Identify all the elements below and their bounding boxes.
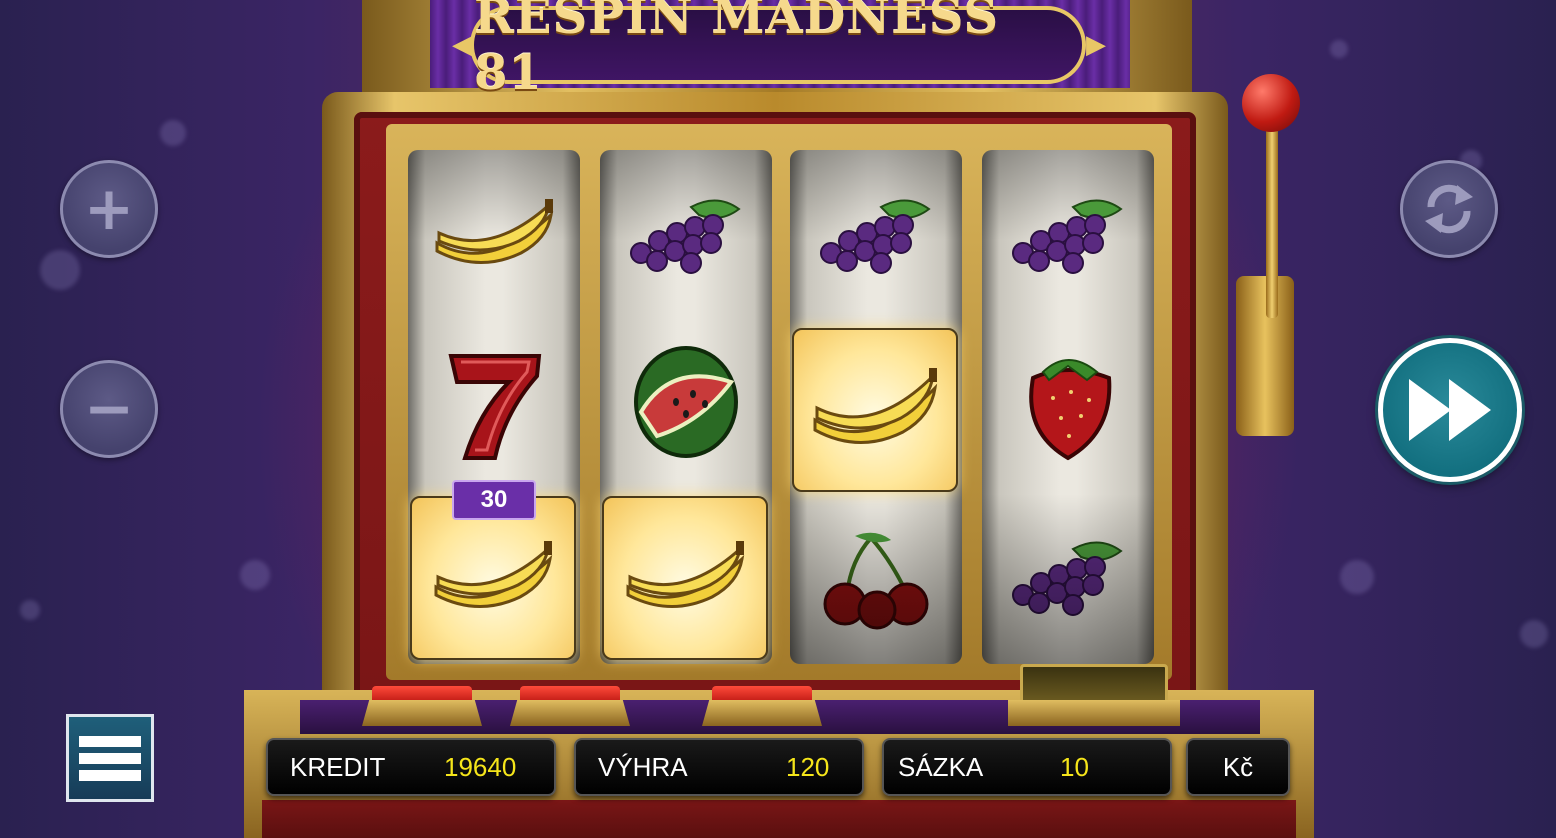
menu-button[interactable] [66, 714, 154, 802]
coin-tray [1008, 664, 1180, 728]
bokeh-particle [40, 250, 80, 290]
reel-3 [790, 150, 962, 664]
refresh-icon [1425, 184, 1473, 234]
game-title-plate: RESPIN MADNESS 81 [470, 0, 1086, 101]
bet-label: SÁZKA [898, 751, 984, 782]
symbol-cherries [790, 496, 962, 664]
hamburger-menu-icon [79, 735, 141, 747]
hold-button-2[interactable] [510, 686, 630, 728]
bokeh-particle [240, 560, 270, 590]
reel-1 [408, 150, 580, 664]
bet-value: 10 [1060, 751, 1089, 782]
lever-knob-icon[interactable] [1242, 74, 1300, 132]
bokeh-particle [1340, 560, 1374, 594]
hamburger-bar [79, 769, 141, 781]
bet-panel[interactable]: SÁZKA 10 [882, 738, 1172, 796]
bokeh-particle [160, 120, 186, 146]
win-label: VÝHRA [598, 751, 688, 782]
credit-panel: KREDIT 19640 [266, 738, 556, 796]
credit-label: KREDIT [290, 751, 386, 782]
symbol-banana-winning [792, 328, 958, 492]
machine-lower-trim [262, 800, 1296, 838]
lever-arm[interactable] [1266, 118, 1278, 318]
minus-icon: − [83, 374, 135, 444]
symbol-grapes [982, 154, 1154, 322]
autoplay-button[interactable] [1400, 160, 1498, 258]
currency-label: Kč [1222, 751, 1254, 782]
currency-panel[interactable]: Kč [1186, 738, 1290, 796]
credit-value: 19640 [444, 751, 517, 782]
win-value: 120 [786, 751, 830, 782]
symbol-grapes [600, 154, 772, 322]
symbol-banana [408, 154, 580, 322]
lever-base [1236, 276, 1294, 436]
hold-button-1[interactable] [362, 686, 482, 728]
reel-4 [982, 150, 1154, 664]
bokeh-particle [1330, 40, 1348, 58]
symbol-banana-winning [602, 496, 768, 660]
plus-icon: + [83, 174, 135, 244]
game-title: RESPIN MADNESS 81 [474, 0, 1000, 101]
bet-increase-button[interactable]: + [60, 160, 158, 258]
win-amount-badge: 30 [452, 480, 536, 520]
title-arrow-left-icon: ◀ [452, 30, 472, 60]
symbol-banana-winning [410, 496, 576, 660]
symbol-seven [408, 318, 580, 486]
symbol-grapes [790, 154, 962, 322]
symbol-watermelon [600, 318, 772, 486]
hold-button-3[interactable] [702, 686, 822, 728]
win-panel: VÝHRA 120 [574, 738, 864, 796]
bokeh-particle [1520, 620, 1548, 648]
hamburger-bar [79, 752, 141, 764]
symbol-grapes [982, 496, 1154, 664]
bokeh-particle [20, 600, 40, 620]
reel-2 [600, 150, 772, 664]
spin-button[interactable] [1378, 338, 1522, 482]
symbol-strawberry [982, 318, 1154, 486]
bet-decrease-button[interactable]: − [60, 360, 158, 458]
title-arrow-right-icon: ▶ [1086, 30, 1106, 60]
fast-forward-icon [1409, 379, 1491, 441]
